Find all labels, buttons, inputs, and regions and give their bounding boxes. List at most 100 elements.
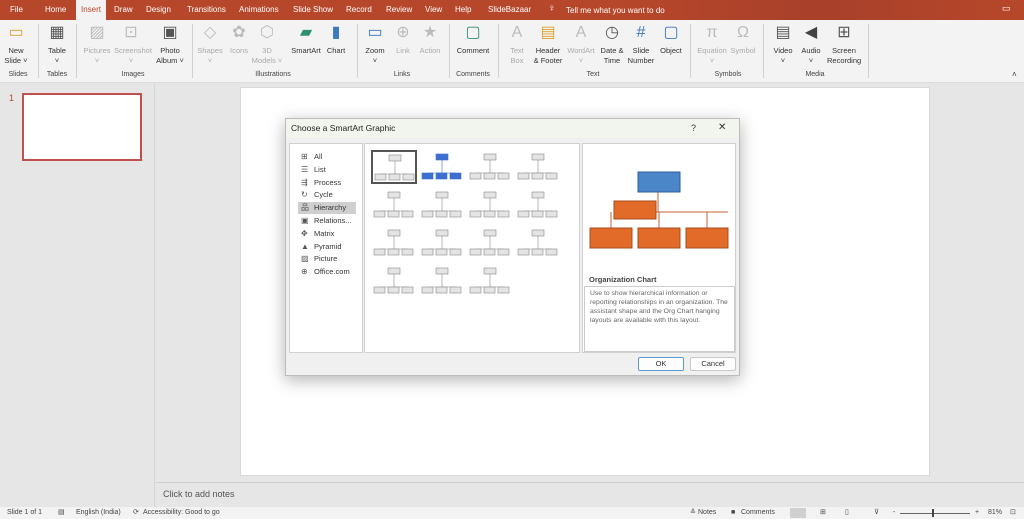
category-process[interactable]: ⇶ Process (298, 177, 356, 189)
layout-thumbnail[interactable] (419, 150, 465, 184)
tab-insert[interactable]: Insert (76, 0, 107, 20)
table-button[interactable]: ▦ Table ˅ (40, 23, 74, 66)
category-pyramid[interactable]: ▲ Pyramid (298, 241, 356, 253)
header-footer-icon: ▤ (540, 24, 556, 41)
button-label: Date & Time (600, 46, 624, 65)
layout-thumbnail[interactable] (515, 226, 561, 260)
smartart-button[interactable]: ▰ SmartArt (289, 23, 323, 56)
org-chart-preview (589, 171, 729, 249)
tab-design[interactable]: Design (141, 0, 176, 20)
3d-models-button[interactable]: ⬡ 3D Models ˅ (250, 23, 284, 66)
tab-record[interactable]: Record (341, 0, 377, 20)
layout-thumbnail[interactable] (515, 188, 561, 222)
slide-thumbnail[interactable] (22, 93, 142, 161)
layout-thumbnail[interactable] (419, 188, 465, 222)
pictures-button[interactable]: ▨ Pictures ˅ (80, 23, 114, 66)
slide-sorter-icon[interactable]: ⊞ (820, 507, 826, 519)
layout-thumbnail[interactable] (371, 188, 417, 222)
tab-transitions[interactable]: Transitions (182, 0, 231, 20)
comments-pane-icon[interactable]: ▭ (1002, 3, 1011, 14)
button-label: Header & Footer (533, 46, 563, 65)
zoom-slider-thumb[interactable] (932, 509, 934, 517)
lightbulb-icon: ♀ (548, 3, 556, 14)
photo-album-button[interactable]: ▣ Photo Album ˅ (153, 23, 187, 66)
layout-thumbnail[interactable] (467, 226, 513, 260)
object-button[interactable]: ▢ Object (654, 23, 688, 56)
layout-thumbnail[interactable] (467, 264, 513, 298)
screen-recording-button[interactable]: ⊞ Screen Recording (827, 23, 861, 66)
comment-button[interactable]: ▢ Comment (456, 23, 490, 56)
notes-button[interactable]: Notes (698, 507, 716, 519)
layout-thumbnail[interactable] (467, 150, 513, 184)
equation-button[interactable]: π Equation ˅ (695, 23, 729, 66)
layout-thumbnail[interactable] (515, 150, 561, 184)
category-hierarchy[interactable]: 品 Hierarchy (298, 202, 356, 215)
text-box-icon: A (511, 24, 523, 41)
category-label: All (314, 152, 323, 161)
tab-home[interactable]: Home (40, 0, 71, 20)
category-officecom[interactable]: ⊕ Office.com (298, 266, 356, 278)
category-matrix[interactable]: ✥ Matrix (298, 228, 356, 240)
help-button[interactable]: ? (691, 123, 696, 133)
button-label: Video ˅ (773, 46, 793, 65)
notes-pane[interactable]: Click to add notes (156, 482, 1024, 506)
group-divider (498, 24, 499, 78)
category-picture[interactable]: ▨ Picture (298, 253, 356, 265)
tab-help[interactable]: Help (450, 0, 476, 20)
tab-file[interactable]: File (5, 0, 28, 20)
zoom-level[interactable]: 81% (988, 507, 1002, 519)
wordart-button[interactable]: A WordArt ˅ (564, 23, 598, 66)
category-all[interactable]: ⊞ All (298, 151, 356, 163)
zoom-out-button[interactable]: - (893, 507, 895, 519)
slideshow-icon[interactable]: ⊽ (874, 507, 879, 519)
symbol-button[interactable]: Ω Symbol (726, 23, 760, 56)
button-label: SmartArt (291, 46, 321, 55)
accessibility-status[interactable]: Accessibility: Good to go (143, 507, 220, 519)
reading-view-icon[interactable]: ▯ (845, 507, 849, 519)
tell-me-search[interactable]: Tell me what you want to do (566, 6, 665, 15)
tab-view[interactable]: View (420, 0, 447, 20)
header-footer-button[interactable]: ▤ Header & Footer (531, 23, 565, 66)
collapse-ribbon-icon[interactable]: ˄ (1012, 70, 1017, 79)
tab-review[interactable]: Review (381, 0, 417, 20)
category-list[interactable]: ☰ List (298, 164, 356, 176)
new-slide-icon: ▭ (8, 24, 24, 41)
tab-draw[interactable]: Draw (109, 0, 138, 20)
slide-number-button[interactable]: # Slide Number (624, 23, 658, 66)
tab-animations[interactable]: Animations (234, 0, 284, 20)
layout-thumbnail[interactable] (371, 150, 417, 184)
symbol-icon: Ω (737, 24, 749, 41)
layout-thumbnail[interactable] (371, 226, 417, 260)
zoom-slider[interactable] (900, 513, 970, 514)
layout-thumbnail[interactable] (419, 226, 465, 260)
layout-thumbnail[interactable] (467, 188, 513, 222)
button-label: Slide Number (627, 46, 655, 65)
button-label: Screen Recording (827, 46, 862, 65)
comments-button[interactable]: Comments (741, 507, 775, 519)
layout-thumbnail[interactable] (419, 264, 465, 298)
zoom-in-button[interactable]: + (975, 507, 979, 519)
category-list: ⊞ All ☰ List ⇶ Process ↻ Cycle 品 Hierarchy ▣ Relati… (289, 143, 363, 353)
spell-check-icon[interactable]: ▤ (58, 507, 65, 519)
ok-button[interactable]: OK (638, 357, 684, 371)
audio-icon: ◀ (804, 24, 818, 41)
tab-slide-show[interactable]: Slide Show (288, 0, 338, 20)
language[interactable]: English (India) (76, 507, 121, 519)
fit-to-window-icon[interactable]: ⊡ (1010, 507, 1016, 519)
category-icon: ⇶ (301, 177, 308, 187)
category-relations[interactable]: ▣ Relations... (298, 215, 356, 227)
new-slide-button[interactable]: ▭ New Slide ˅ (0, 23, 33, 66)
tab-slidebazaar[interactable]: SlideBazaar (483, 0, 536, 20)
category-cycle[interactable]: ↻ Cycle (298, 189, 356, 201)
chart-button[interactable]: ▮ Chart (319, 23, 353, 56)
text-box-button[interactable]: A Text Box (500, 23, 534, 66)
normal-view-icon[interactable] (790, 508, 806, 518)
screenshot-button[interactable]: ⊡ Screenshot ˅ (114, 23, 152, 66)
layout-thumbnail[interactable] (371, 264, 417, 298)
cancel-button[interactable]: Cancel (690, 357, 736, 371)
chart-icon: ▮ (331, 24, 341, 41)
audio-button[interactable]: ◀ Audio ˅ (794, 23, 828, 66)
action-button[interactable]: ★ Action (413, 23, 447, 56)
group-divider (38, 24, 39, 78)
close-button[interactable]: ✕ (718, 122, 726, 133)
